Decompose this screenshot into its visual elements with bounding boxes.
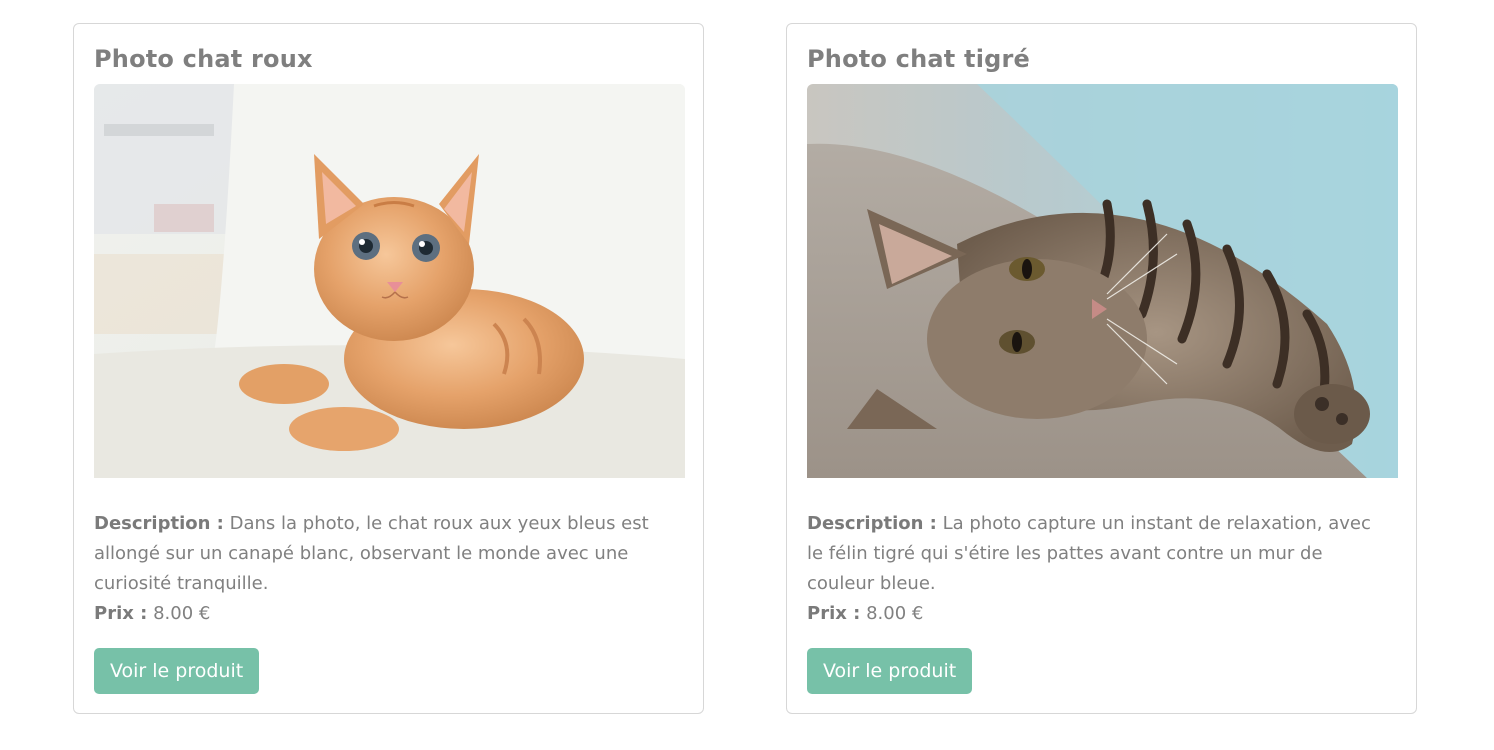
product-image [94, 84, 685, 478]
price-label: Prix : [94, 603, 148, 624]
product-details: Description : Dans la photo, le chat rou… [94, 509, 674, 629]
view-product-button[interactable]: Voir le produit [807, 648, 973, 694]
description-label: Description : [807, 513, 937, 534]
price-label: Prix : [807, 603, 861, 624]
view-product-button[interactable]: Voir le produit [94, 648, 260, 694]
tabby-cat-photo [807, 84, 1398, 478]
product-title: Photo chat tigré [807, 45, 1031, 73]
product-details: Description : La photo capture un instan… [807, 509, 1387, 629]
price-value: 8.00 € [153, 603, 211, 624]
product-title: Photo chat roux [94, 45, 313, 73]
product-card: Photo chat tigré Description: La photo … [786, 23, 1417, 714]
orange-kitten-photo [94, 84, 685, 478]
product-card: Photo chat roux Description: Dans la ph… [73, 23, 704, 714]
description-label: Description : [94, 513, 224, 534]
product-image [807, 84, 1398, 478]
price-value: 8.00 € [866, 603, 924, 624]
